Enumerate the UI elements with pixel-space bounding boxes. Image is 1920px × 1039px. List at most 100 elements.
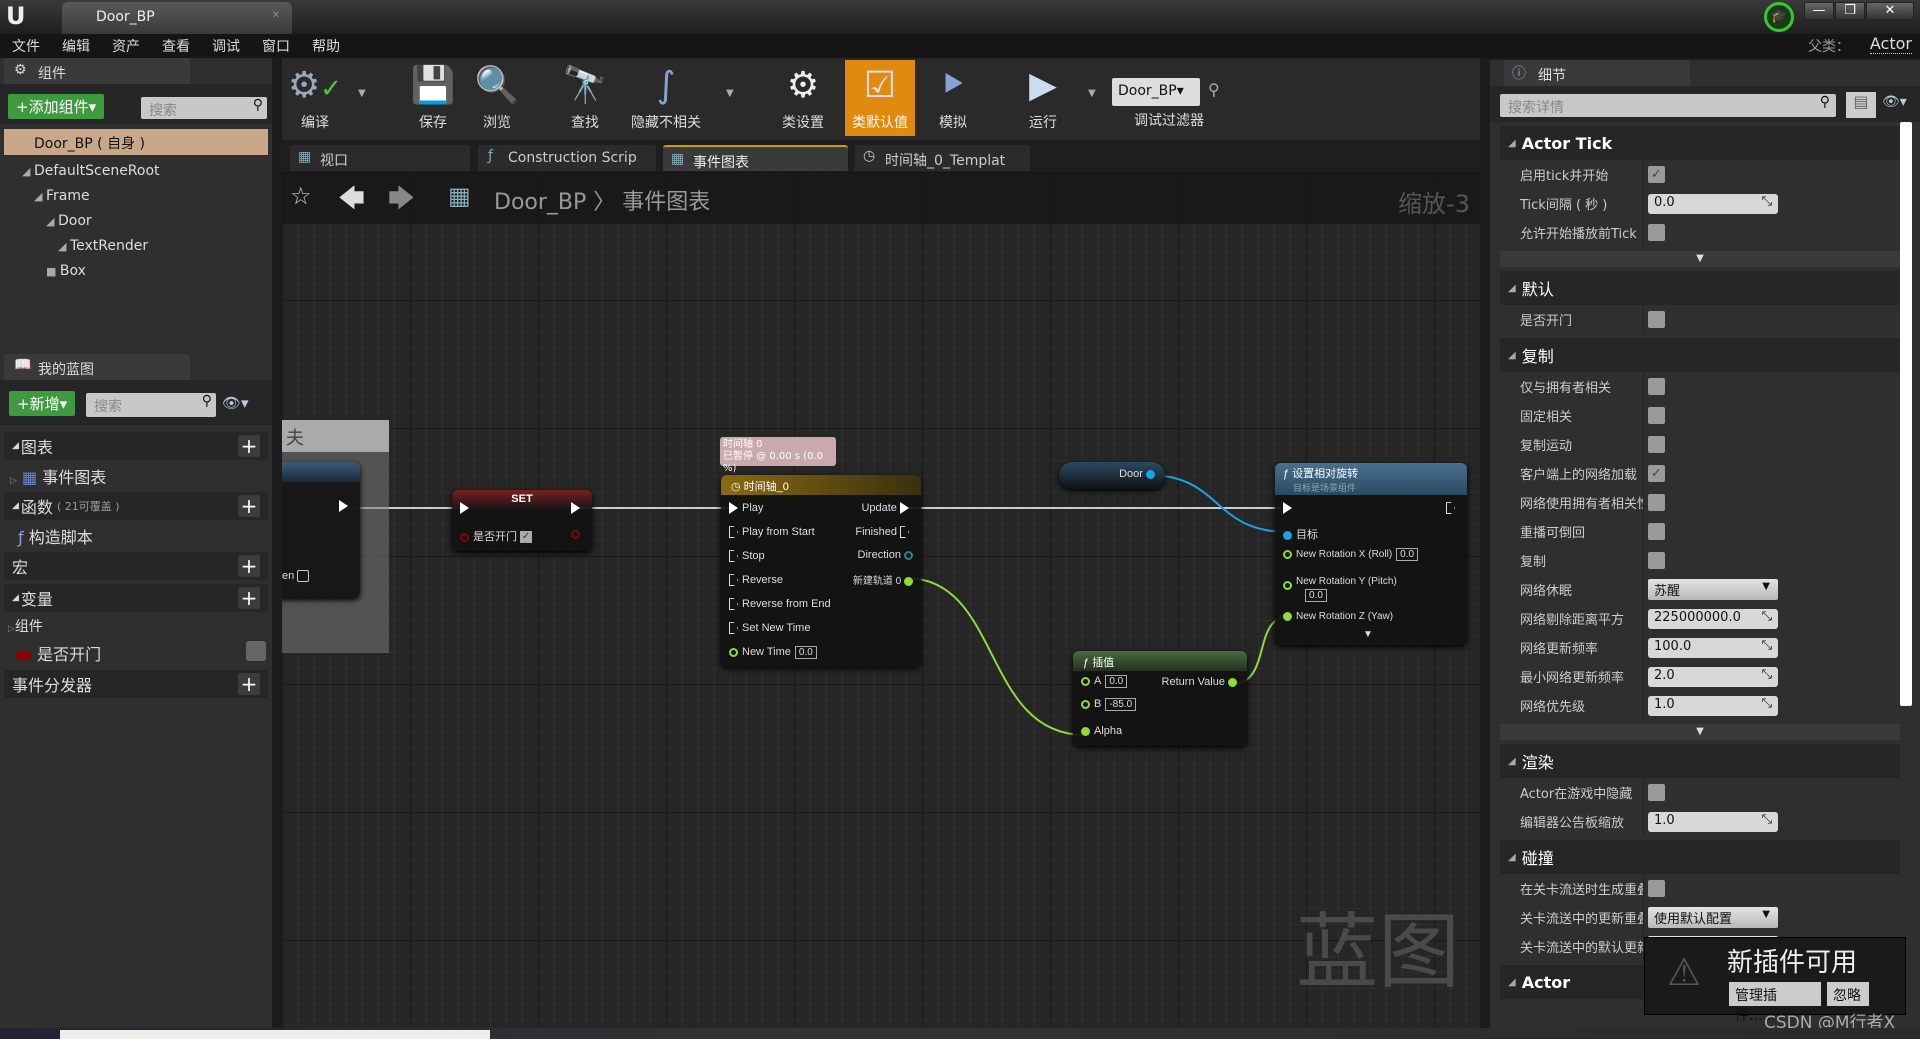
- simulate-button[interactable]: ⯈ 模拟: [918, 60, 988, 136]
- advanced-expander[interactable]: ▼: [1500, 724, 1900, 740]
- compile-options-chevron-icon[interactable]: ▼: [358, 88, 366, 99]
- component-tree-item[interactable]: ◢ Frame: [0, 185, 272, 210]
- new-time-pin[interactable]: [729, 647, 738, 657]
- exec-out-pin[interactable]: [1446, 502, 1455, 515]
- direction-pin[interactable]: [904, 550, 913, 560]
- tab-construction-script[interactable]: ƒ Construction Scrip: [478, 145, 656, 171]
- roll-pin[interactable]: [1283, 549, 1292, 559]
- timeline-input-pin[interactable]: Play from Start: [729, 526, 815, 539]
- components-category[interactable]: ▷组件: [4, 612, 268, 638]
- class-defaults-button[interactable]: ☑ 类默认值: [845, 60, 915, 136]
- menu-item[interactable]: 调试: [212, 36, 240, 56]
- property-number-input[interactable]: 100.0: [1648, 637, 1778, 658]
- add-macro-button[interactable]: +: [238, 555, 260, 577]
- door-variable-node[interactable]: Door: [1059, 462, 1165, 489]
- details-section-header[interactable]: ◢ 渲染: [1500, 744, 1900, 778]
- close-tab-icon[interactable]: ✕: [272, 10, 280, 21]
- add-new-button[interactable]: +新增▾: [9, 391, 76, 416]
- class-settings-button[interactable]: ⚙ 类设置: [768, 60, 838, 136]
- section-graphs[interactable]: ◢ 图表 +: [4, 432, 268, 460]
- property-number-input[interactable]: 1.0: [1648, 811, 1778, 832]
- timeline-input-pin[interactable]: Set New Time: [729, 622, 810, 635]
- section-event-dispatchers[interactable]: 事件分发器 +: [4, 670, 268, 698]
- property-checkbox[interactable]: [1648, 523, 1665, 540]
- blueprint-search-input[interactable]: 搜索 ⚲: [86, 393, 216, 417]
- b-value[interactable]: -85.0: [1105, 698, 1137, 711]
- components-search-input[interactable]: 搜索 ⚲: [141, 97, 267, 119]
- details-search-input[interactable]: 搜索详情 ⚲: [1500, 94, 1836, 117]
- component-tree-item[interactable]: ◢ DefaultSceneRoot: [0, 160, 272, 185]
- menu-item[interactable]: 窗口: [262, 36, 290, 56]
- exec-out-pin[interactable]: [571, 502, 580, 515]
- parent-class-link[interactable]: Actor: [1869, 34, 1912, 54]
- lerp-node[interactable]: ƒ 插值 A 0.0 B -85.0 Alpha Return Value: [1073, 651, 1247, 746]
- yaw-pin[interactable]: [1283, 611, 1292, 621]
- component-tree-item[interactable]: ■ Box: [0, 260, 272, 285]
- property-number-input[interactable]: 1.0: [1648, 695, 1778, 716]
- browse-button[interactable]: 🔍 浏览: [462, 60, 532, 136]
- add-function-button[interactable]: +: [238, 495, 260, 517]
- menu-item[interactable]: 编辑: [62, 36, 90, 56]
- tab-event-graph[interactable]: ▦ 事件图表: [663, 145, 848, 171]
- view-options-eye-icon[interactable]: 👁▾: [1882, 94, 1907, 110]
- bool-in-pin[interactable]: [460, 532, 469, 542]
- components-tab[interactable]: ⚙ 组件: [4, 58, 190, 84]
- tab-viewport[interactable]: ▦ 视口: [290, 145, 470, 171]
- property-checkbox[interactable]: [1648, 880, 1665, 897]
- checkbox[interactable]: [297, 570, 310, 583]
- save-button[interactable]: 💾 保存: [398, 60, 468, 136]
- roll-value[interactable]: 0.0: [1396, 548, 1419, 561]
- details-section-header[interactable]: ◢ Actor Tick: [1500, 126, 1900, 160]
- property-checkbox[interactable]: ✓: [1648, 166, 1665, 183]
- property-checkbox[interactable]: [1648, 494, 1665, 511]
- find-button[interactable]: 🔭 查找: [550, 60, 620, 136]
- property-checkbox[interactable]: [1648, 224, 1665, 241]
- pitch-pin[interactable]: [1283, 581, 1292, 590]
- pitch-value[interactable]: 0.0: [1305, 589, 1327, 602]
- section-variables[interactable]: ◢ 变量 +: [4, 584, 268, 612]
- bool-out-pin[interactable]: [571, 529, 580, 539]
- manage-plugins-button[interactable]: 管理插件......: [1729, 982, 1821, 1024]
- timeline-input-pin[interactable]: Play: [729, 502, 763, 515]
- property-checkbox[interactable]: [1648, 407, 1665, 424]
- component-tree-item[interactable]: ◢ TextRender: [0, 235, 272, 260]
- details-section-header[interactable]: ◢ 碰撞: [1500, 840, 1900, 874]
- door-out-pin[interactable]: [1146, 469, 1155, 479]
- property-dropdown[interactable]: 使用默认配置: [1648, 907, 1778, 928]
- taskbar-window[interactable]: [60, 1030, 490, 1039]
- property-number-input[interactable]: 2.0: [1648, 666, 1778, 687]
- compile-button[interactable]: ⚙✓ 编译: [280, 60, 350, 136]
- details-scrollbar[interactable]: [1900, 122, 1912, 706]
- return-value-pin[interactable]: [1228, 677, 1237, 687]
- property-checkbox[interactable]: ✓: [1648, 465, 1665, 482]
- component-tree-item[interactable]: ◢ Door: [0, 210, 272, 235]
- timeline-input-pin[interactable]: Reverse from End: [729, 598, 831, 611]
- hide-options-chevron-icon[interactable]: ▼: [726, 88, 734, 99]
- add-component-button[interactable]: +添加组件▾: [8, 94, 105, 119]
- a-pin[interactable]: [1081, 676, 1090, 686]
- play-button[interactable]: ▶ 运行: [1008, 60, 1078, 136]
- visibility-toggle[interactable]: [246, 641, 266, 661]
- hide-unrelated-button[interactable]: ∫ 隐藏不相关: [620, 60, 712, 136]
- minimize-button[interactable]: —: [1804, 2, 1834, 20]
- timeline-node[interactable]: ◷ 时间轴_0 Play Play from Start Stop Reverse Re…: [721, 475, 921, 667]
- event-graph-canvas[interactable]: ☆ 🡄 🡆 ▦ Door_BP 〉 事件图表 缩放-3 蓝图 夫 en SET …: [282, 172, 1480, 1028]
- property-checkbox[interactable]: [1648, 378, 1665, 395]
- advanced-expander[interactable]: ▼: [1500, 251, 1900, 267]
- debug-object-dropdown[interactable]: Door_BP▾: [1112, 78, 1200, 106]
- property-number-input[interactable]: 0.0: [1648, 193, 1778, 214]
- new-time-value[interactable]: 0.0: [794, 646, 817, 659]
- add-graph-button[interactable]: +: [238, 435, 260, 457]
- section-functions[interactable]: ◢ 函数( 21可覆盖 ) +: [4, 492, 268, 520]
- construction-script-item[interactable]: ƒ 构造脚本: [4, 520, 268, 548]
- details-tab[interactable]: ⓘ 细节: [1504, 60, 1690, 86]
- close-button[interactable]: ✕: [1866, 2, 1914, 20]
- expand-arrow-icon[interactable]: ▼: [1363, 629, 1373, 640]
- exec-out-pin[interactable]: [339, 500, 348, 513]
- menu-item[interactable]: 查看: [162, 36, 190, 56]
- target-pin[interactable]: [1283, 530, 1292, 540]
- learn-icon[interactable]: 🎓: [1764, 2, 1794, 32]
- self-component-item[interactable]: Door_BP ( 自身 ): [4, 129, 268, 155]
- menu-item[interactable]: 文件: [12, 36, 40, 56]
- add-variable-button[interactable]: +: [238, 587, 260, 609]
